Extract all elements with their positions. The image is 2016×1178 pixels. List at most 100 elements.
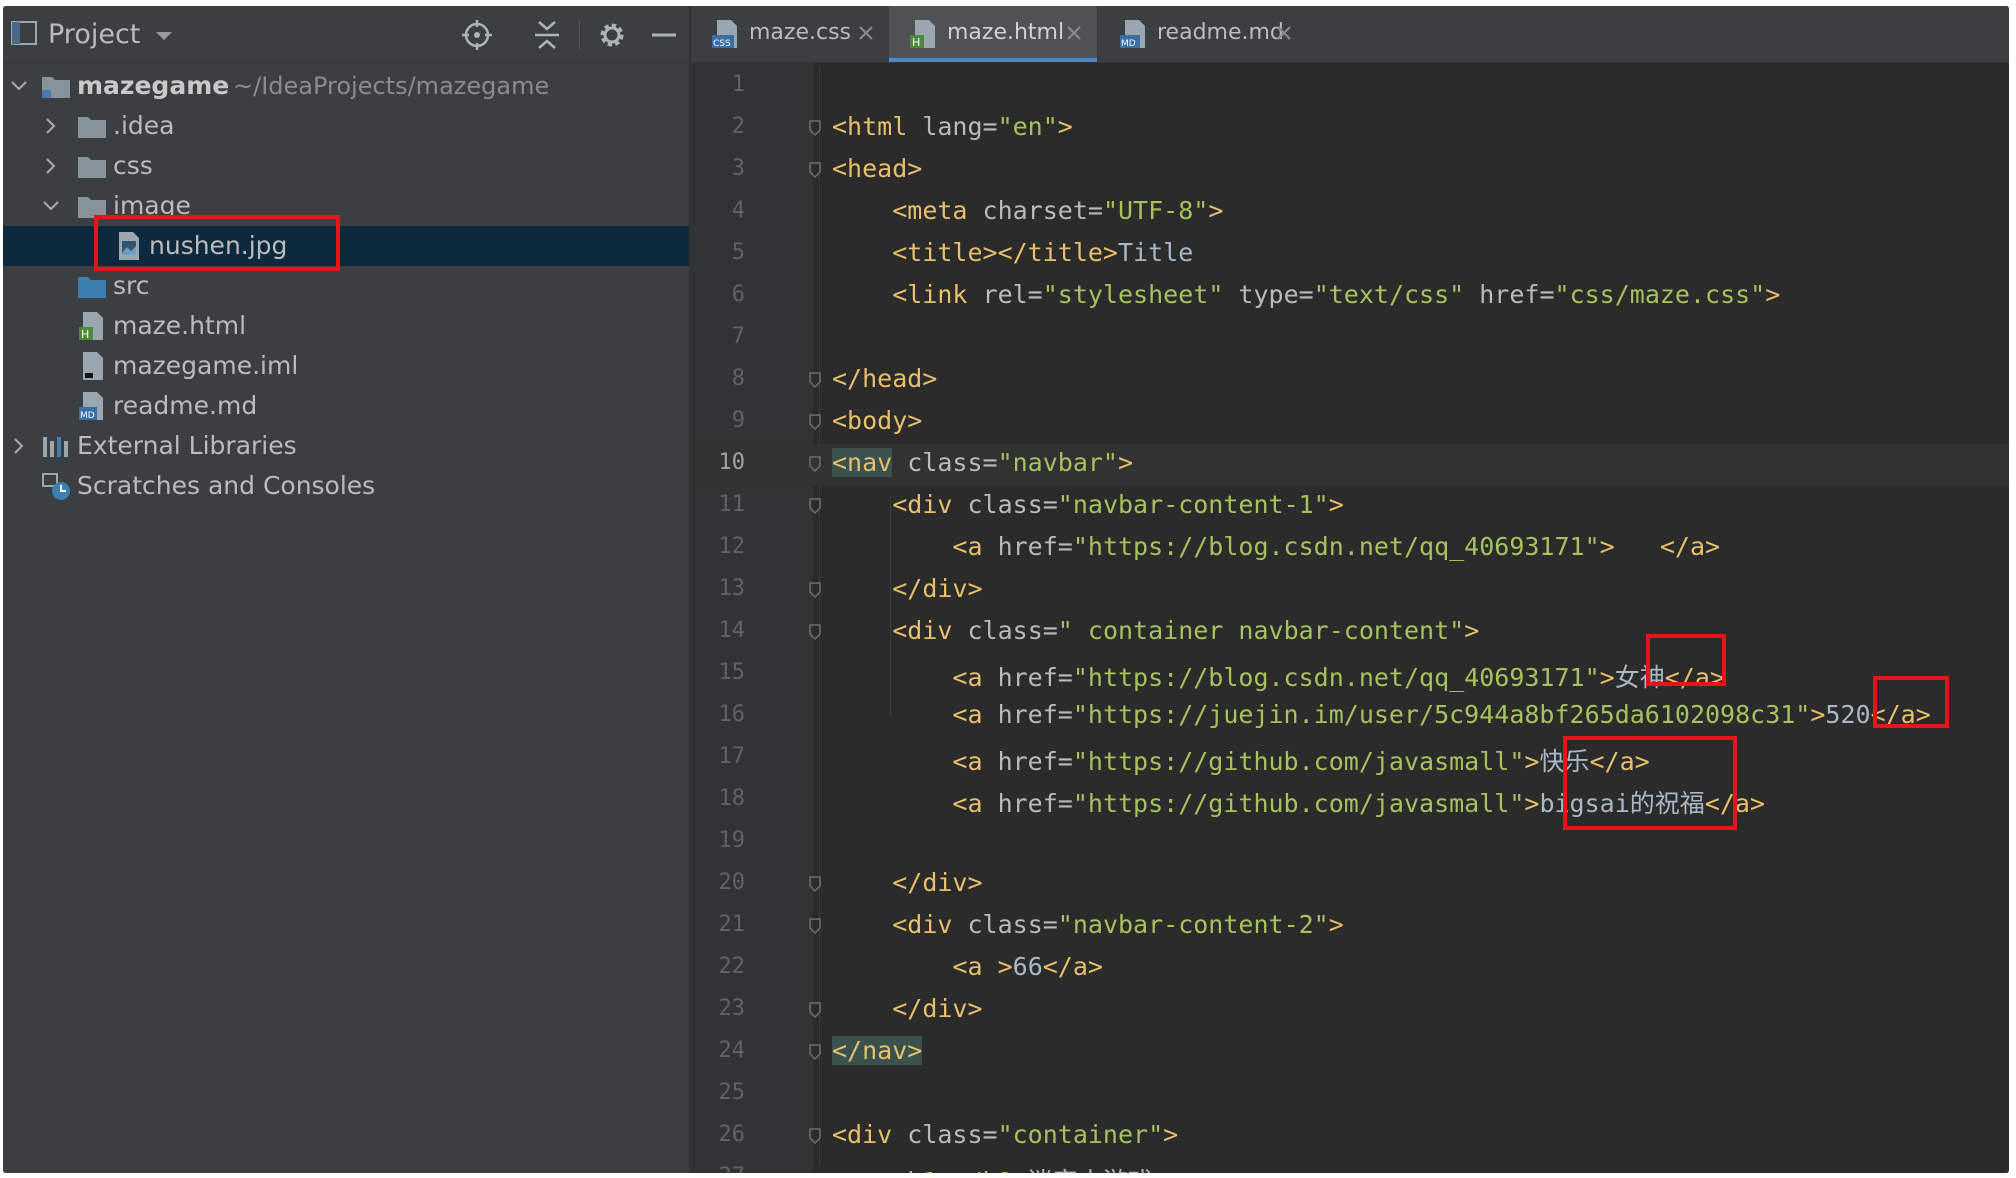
gear-icon[interactable] [595,18,629,52]
fold-marker-icon[interactable] [808,371,822,389]
code-line[interactable]: 12 <a href="https://blog.csdn.net/qq_406… [691,528,2009,570]
chevron-down-icon[interactable] [155,30,173,42]
fold-marker-icon[interactable] [808,917,822,935]
line-number: 4 [731,198,745,223]
code-token: <a [952,700,998,729]
fold-marker-icon[interactable] [808,161,822,179]
code-line[interactable]: 8 </head> [691,360,2009,402]
code-token: href= [997,700,1073,729]
line-number: 11 [718,492,746,517]
code-line[interactable]: 16 <a href="https://juejin.im/user/5c944… [691,696,2009,738]
code-line[interactable]: 15 <a href="https://blog.csdn.net/qq_406… [691,654,2009,696]
tree-item-label: maze.html [113,311,247,340]
code-text: </div> [832,868,982,897]
code-line[interactable]: 21 <div class="navbar-content-2"> [691,906,2009,948]
code-token: class= [892,448,998,477]
close-icon[interactable] [857,24,875,42]
fold-marker-icon[interactable] [808,119,822,137]
fold-marker-icon[interactable] [808,1001,822,1019]
chevron-right-icon[interactable] [9,436,29,456]
code-line[interactable]: 27 <h1></h1>迷宫小游戏 [691,1158,2009,1173]
fold-marker-icon[interactable] [808,623,822,641]
code-line[interactable]: 24 </nav> [691,1032,2009,1074]
fold-marker-icon[interactable] [808,875,822,893]
code-line[interactable]: 22 <a >66</a> [691,948,2009,990]
tree-item-readme-md[interactable]: MD readme.md [3,386,689,426]
tree-item-label: Scratches and Consoles [77,471,376,500]
code-line[interactable]: 6 <link rel="stylesheet" type="text/css"… [691,276,2009,318]
fold-marker-icon[interactable] [808,497,822,515]
code-line[interactable]: 26 <div class="container"> [691,1116,2009,1158]
project-panel-title[interactable]: Project [48,19,140,50]
tab-readme-md[interactable]: MD readme.md [1099,6,1305,62]
tree-item-mazegame-iml[interactable]: mazegame.iml [3,346,689,386]
code-line[interactable]: 2 <html lang="en"> [691,108,2009,150]
code-line[interactable]: 19 [691,822,2009,864]
tree-item-css[interactable]: css [3,146,689,186]
code-token: 66 [1012,952,1043,981]
tab-maze-css[interactable]: CSS maze.css [691,6,887,62]
line-number: 12 [718,534,746,559]
tab-maze-html[interactable]: H maze.html [889,6,1097,62]
line-number: 20 [718,870,746,895]
tab-bar: CSS maze.css H maze.html MD readme.md [691,6,2009,63]
code-line[interactable]: 11 <div class="navbar-content-1"> [691,486,2009,528]
chevron-right-icon[interactable] [41,116,61,136]
code-token: > [997,952,1013,981]
code-line[interactable]: 20 </div> [691,864,2009,906]
chevron-down-icon[interactable] [9,76,29,96]
fold-marker-icon[interactable] [808,1043,822,1061]
collapse-all-icon[interactable] [530,18,564,52]
close-icon[interactable] [1065,24,1083,42]
code-token: 迷宫小游戏 [1028,1167,1153,1173]
code-token: "css/maze.css" [1554,280,1766,309]
markdown-file-icon: MD [1120,20,1145,49]
code-text: <div class="navbar-content-1"> [832,490,1344,519]
chevron-right-icon[interactable] [41,156,61,176]
fold-marker-icon[interactable] [808,581,822,599]
code-line[interactable]: 1 [691,66,2009,108]
tree-item-external-libraries[interactable]: External Libraries [3,426,689,466]
code-line[interactable]: 5 <title></title>Title [691,234,2009,276]
code-text: <div class="container"> [832,1120,1178,1149]
tab-label: maze.css [749,20,852,45]
code-token: "https://github.com/javasmall" [1072,789,1525,818]
project-view-icon [11,21,37,45]
fold-marker-icon[interactable] [808,455,822,473]
tree-item-src[interactable]: src [3,266,689,306]
code-line[interactable]: 9 <body> [691,402,2009,444]
code-line[interactable]: 23 </div> [691,990,2009,1032]
code-line[interactable]: 10 <nav class="navbar"> [691,444,2009,486]
tree-item-scratches[interactable]: Scratches and Consoles [3,466,689,506]
svg-text:H: H [81,328,89,341]
tree-item-mazegame[interactable]: mazegame ~/IdeaProjects/mazegame [3,66,689,106]
tree-item-label: External Libraries [77,431,297,460]
fold-marker-icon[interactable] [808,413,822,431]
code-line[interactable]: 4 <meta charset="UTF-8"> [691,192,2009,234]
close-icon[interactable] [1275,24,1293,42]
code-line[interactable]: 17 <a href="https://github.com/javasmall… [691,738,2009,780]
chevron-down-icon[interactable] [41,196,61,216]
line-number: 16 [718,702,746,727]
fold-marker-icon[interactable] [808,1127,822,1145]
code-token: "stylesheet" [1042,280,1224,309]
code-line[interactable]: 3 <head> [691,150,2009,192]
locate-file-icon[interactable] [460,18,494,52]
code-token: charset= [982,196,1103,225]
tree-item-idea[interactable]: .idea [3,106,689,146]
line-number: 17 [718,744,746,769]
code-token: </head> [832,364,938,393]
code-line[interactable]: 14 <div class=" container navbar-content… [691,612,2009,654]
minimize-icon[interactable] [647,18,681,52]
code-line[interactable]: 7 [691,318,2009,360]
tree-item-maze-html[interactable]: H maze.html [3,306,689,346]
code-line[interactable]: 13 </div> [691,570,2009,612]
line-number: 2 [731,114,745,139]
code-token: "navbar-content-2" [1057,910,1329,939]
code-line[interactable]: 25 [691,1074,2009,1116]
code-line[interactable]: 18 <a href="https://github.com/javasmall… [691,780,2009,822]
